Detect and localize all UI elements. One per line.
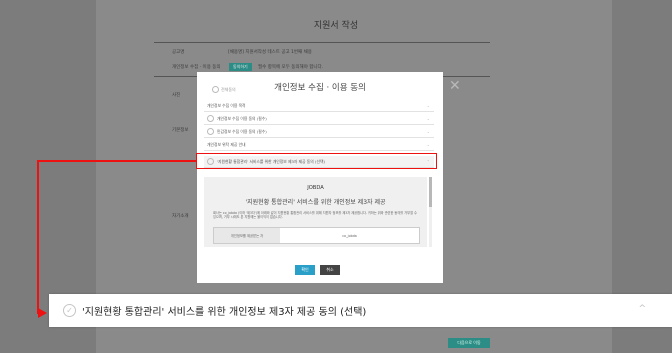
- chevron-down-icon: ⌄: [426, 142, 430, 147]
- consent-modal: 전체동의 개인정보 수집 · 이용 동의 개인정보 수집 이용 목적 ⌄ 개인정…: [197, 72, 443, 283]
- highlight-box: [196, 153, 437, 169]
- chevron-up-icon[interactable]: ^: [638, 304, 646, 314]
- recipient-table: 개인정보를 제공받는 자 co_jobda: [213, 227, 420, 244]
- section-photo: 사진: [172, 93, 181, 98]
- section-self-intro: 자기소개: [172, 214, 189, 219]
- third-party-content: JOBDA '지원현황 통합관리' 서비스를 위한 개인정보 제3자 제공 회사…: [204, 177, 427, 247]
- chevron-down-icon: ⌄: [426, 103, 430, 108]
- row-label: 개인정보 수집 이용 목적: [207, 102, 246, 108]
- scrollbar-thumb[interactable]: [429, 177, 432, 207]
- row-label: 민감정보 수집 이용 동의 (필수): [217, 128, 267, 134]
- accordion-row-collect[interactable]: 개인정보 수집 이용 동의 (필수) ⌄: [204, 113, 434, 125]
- connector-line: [37, 160, 197, 162]
- table-value-cell: co_jobda: [342, 233, 357, 238]
- jobda-brand: JOBDA: [307, 185, 324, 191]
- check-circle-icon[interactable]: [207, 115, 214, 122]
- next-button[interactable]: 다음으로 이동: [448, 338, 490, 348]
- accordion-row-purpose[interactable]: 개인정보 수집 이용 목적 ⌄: [204, 100, 434, 112]
- arrow-right-icon: [38, 308, 47, 318]
- close-icon[interactable]: ✕: [449, 79, 461, 93]
- check-circle-icon[interactable]: [207, 128, 214, 135]
- accordion-row-sensitive[interactable]: 민감정보 수집 이용 동의 (필수) ⌄: [204, 126, 434, 138]
- table-header-cell: 개인정보를 제공받는 자: [214, 228, 280, 243]
- callout-label: '지원현황 통합관리' 서비스를 위한 개인정보 제3자 제공 동의 (선택): [82, 307, 367, 318]
- zoom-callout[interactable]: ✓ '지원현황 통합관리' 서비스를 위한 개인정보 제3자 제공 동의 (선택…: [49, 294, 672, 327]
- consent-button[interactable]: 동의하기: [229, 63, 252, 71]
- consent-label: 개인정보 수집 · 이용 동의: [172, 65, 221, 70]
- content-body: 회사는 co_jobda (이하 '제3자')에 아래와 같이 지원현황 통합관…: [213, 211, 417, 220]
- page-title: 지원서 작성: [313, 21, 359, 31]
- connector-line: [37, 160, 39, 313]
- chevron-down-icon: ⌄: [426, 116, 430, 121]
- modal-title: 개인정보 수집 · 이용 동의: [274, 83, 366, 93]
- check-icon[interactable]: ✓: [63, 304, 76, 317]
- cancel-button[interactable]: 취소: [320, 265, 340, 275]
- row-label: 개인정보 수집 이용 동의 (필수): [217, 115, 267, 121]
- row-label: 개인정보 위탁 제공 안내: [207, 141, 246, 147]
- job-name-label: 공고명: [172, 50, 185, 55]
- section-basic-info: 기본정보: [172, 128, 189, 133]
- confirm-button[interactable]: 확인: [295, 265, 315, 275]
- content-heading: '지원현황 통합관리' 서비스를 위한 개인정보 제3자 제공: [245, 199, 386, 206]
- chevron-down-icon: ⌄: [426, 129, 430, 134]
- accordion-row-entrust[interactable]: 개인정보 위탁 제공 안내 ⌄: [204, 139, 434, 151]
- divider: [154, 42, 490, 43]
- job-name-value: [채용명] 지원서작성 테스트 공고 1번째 채용: [228, 50, 312, 55]
- consent-note: 필수 항목에 모두 동의해야 합니다.: [258, 65, 324, 70]
